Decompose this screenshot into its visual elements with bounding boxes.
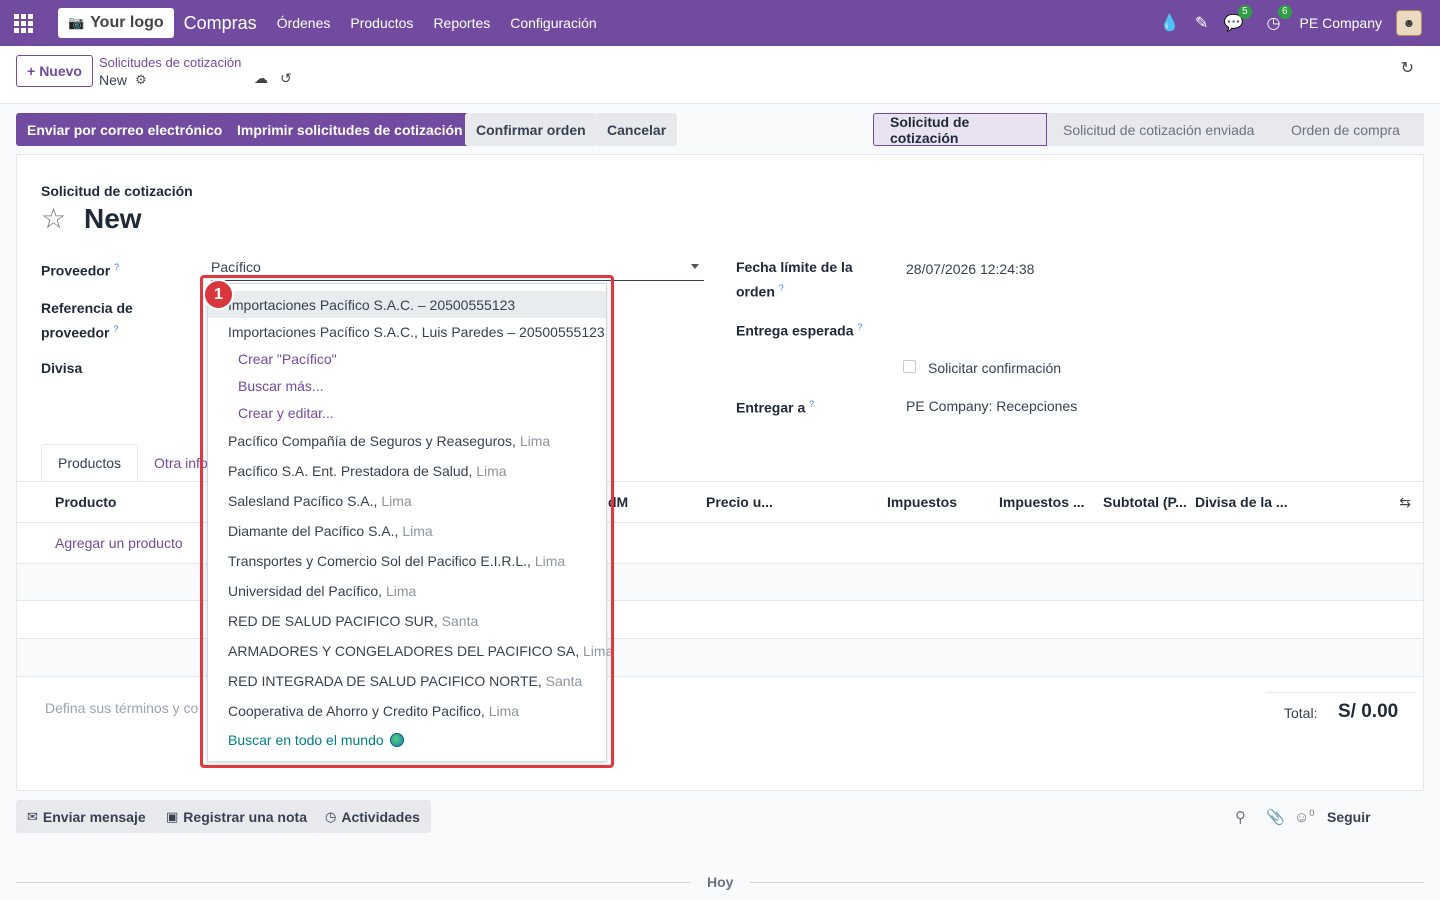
followers-count: 0 [1309, 808, 1315, 818]
expected-arrival-label: Entrega esperada ? [736, 322, 863, 339]
envelope-icon: ✉ [27, 808, 38, 824]
app-name[interactable]: Compras [184, 13, 257, 34]
ask-confirmation-label: Solicitar confirmación [928, 360, 1062, 376]
messages-badge: 5 [1237, 5, 1252, 19]
col-unit-price[interactable]: Precio u... [706, 494, 773, 510]
deliver-to-label: Entregar a ? [736, 399, 815, 416]
new-button[interactable]: + Nuevo [16, 55, 93, 87]
stage-purchase-order[interactable]: Orden de compra [1275, 113, 1424, 146]
plus-icon: + [27, 63, 36, 79]
caret-down-icon[interactable] [691, 264, 699, 269]
order-deadline-label: Fecha límite de la orden ? [736, 259, 853, 300]
col-subtotal[interactable]: Subtotal (P... [1103, 494, 1187, 510]
print-rfq-button[interactable]: Imprimir solicitudes de cotización [226, 113, 474, 146]
followers-icon[interactable]: ☺0 [1294, 808, 1314, 826]
order-deadline-value[interactable]: 28/07/2026 12:24:38 [906, 261, 1034, 277]
cancel-button[interactable]: Cancelar [596, 113, 678, 146]
camera-icon: 📷 [68, 15, 85, 30]
stage-rfq-sent[interactable]: Solicitud de cotización enviada [1047, 113, 1275, 146]
confirm-order-button[interactable]: Confirmar orden [465, 113, 597, 146]
help-icon: ? [114, 262, 120, 272]
col-currency[interactable]: Divisa de la ... [1195, 494, 1288, 510]
drop-icon[interactable]: 💧 [1154, 13, 1186, 33]
col-product[interactable]: Producto [55, 494, 116, 510]
company-logo[interactable]: 📷 Your logo [58, 8, 174, 38]
log-note-button[interactable]: ▣ Registrar una nota [155, 800, 318, 833]
col-taxes-2[interactable]: Impuestos ... [999, 494, 1085, 510]
breadcrumb-rfq[interactable]: Solicitudes de cotización [99, 55, 241, 70]
add-product-link[interactable]: Agregar un producto [55, 535, 183, 551]
vendor-label: Proveedor ? [41, 262, 120, 279]
col-taxes[interactable]: Impuestos [887, 494, 957, 510]
top-navbar: 📷 Your logo Compras Órdenes Productos Re… [0, 0, 1440, 46]
help-icon: ? [778, 283, 784, 293]
user-avatar[interactable]: ☻ [1396, 10, 1422, 36]
star-icon[interactable]: ☆ [41, 205, 66, 233]
help-icon: ? [857, 322, 863, 332]
messages-icon[interactable]: 💬 5 [1218, 5, 1252, 33]
terms-placeholder[interactable]: Defina sus términos y co [45, 700, 198, 716]
refresh-icon[interactable]: ↻ [1401, 58, 1414, 78]
column-settings-icon[interactable]: ⇆ [1399, 494, 1411, 511]
cloud-save-icon[interactable]: ☁ [254, 70, 268, 87]
paperclip-icon[interactable]: 📎 [1266, 808, 1285, 826]
menu-configuracion[interactable]: Configuración [510, 15, 596, 31]
totals-divider [1267, 692, 1416, 693]
date-divider [750, 882, 1424, 883]
today-separator: Hoy [707, 874, 734, 890]
send-email-button[interactable]: Enviar por correo electrónico [16, 113, 234, 146]
follow-button[interactable]: Seguir [1327, 809, 1371, 825]
help-icon: ? [113, 324, 119, 334]
note-icon: ▣ [166, 808, 179, 824]
date-divider [16, 882, 691, 883]
vendor-ref-label: Referencia de proveedor ? [41, 300, 133, 341]
currency-label: Divisa [41, 360, 83, 376]
menu-reportes[interactable]: Reportes [433, 15, 490, 31]
notebook-tabs: Productos Otra info [41, 444, 224, 482]
activities-clock-icon[interactable]: ◷ 6 [1258, 5, 1292, 33]
record-title: New [84, 203, 142, 234]
company-switcher[interactable]: PE Company [1300, 15, 1382, 31]
send-message-button[interactable]: ✉ Enviar mensaje [16, 800, 157, 833]
activities-badge: 6 [1277, 5, 1292, 19]
control-panel: + Nuevo Solicitudes de cotización New ⚙ … [0, 46, 1440, 104]
doc-type-label: Solicitud de cotización [41, 183, 193, 199]
clock-icon: ◷ [325, 808, 337, 824]
edit-icon[interactable]: ✎ [1186, 13, 1218, 33]
record-name: New ⚙ [99, 72, 147, 88]
logo-text: Your logo [90, 14, 164, 31]
tab-products[interactable]: Productos [41, 444, 139, 482]
search-icon[interactable]: ⚲ [1235, 808, 1246, 826]
activities-button[interactable]: ◷ Actividades [314, 800, 431, 833]
menu-productos[interactable]: Productos [350, 15, 413, 31]
stage-rfq[interactable]: Solicitud de cotización [873, 113, 1047, 146]
annotation-highlight [200, 275, 614, 768]
apps-menu-icon[interactable] [0, 0, 46, 46]
step-badge: 1 [203, 279, 234, 310]
deliver-to-value[interactable]: PE Company: Recepciones [906, 398, 1077, 414]
total-label: Total: [1284, 705, 1318, 721]
gear-icon[interactable]: ⚙ [135, 72, 147, 88]
status-bar: Solicitud de cotización Solicitud de cot… [873, 113, 1424, 146]
ask-confirmation-checkbox[interactable] [903, 360, 916, 373]
menu-ordenes[interactable]: Órdenes [277, 15, 331, 31]
discard-icon[interactable]: ↺ [280, 70, 292, 87]
total-value: S/ 0.00 [1338, 701, 1399, 722]
help-icon: ? [809, 399, 815, 409]
